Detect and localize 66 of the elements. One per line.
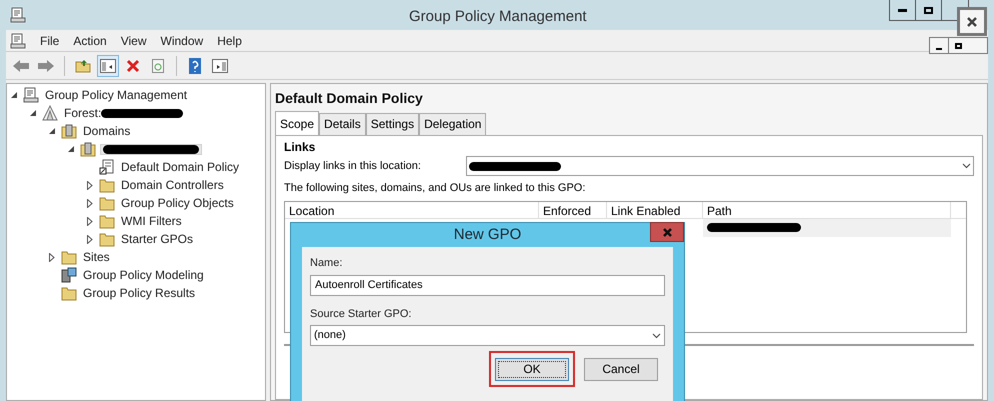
- tab[interactable]: Details: [319, 113, 366, 136]
- tree-item[interactable]: Group Policy Modeling: [83, 266, 204, 284]
- close-icon: [967, 16, 977, 26]
- column-header[interactable]: Enforced: [539, 202, 607, 218]
- collapsed-icon[interactable]: [49, 252, 55, 262]
- expanded-icon[interactable]: [30, 110, 36, 116]
- folder-icon: [99, 195, 115, 211]
- menu-item[interactable]: Help: [217, 32, 242, 50]
- console-icon: [10, 7, 26, 23]
- close-button[interactable]: [957, 7, 987, 36]
- menu-item[interactable]: Action: [73, 32, 107, 50]
- document-icon: [99, 159, 115, 175]
- dialog-button[interactable]: OK: [495, 358, 569, 380]
- name-field[interactable]: Autoenroll Certificates: [310, 274, 665, 296]
- menu-item[interactable]: View: [120, 32, 146, 50]
- collapsed-icon[interactable]: [87, 234, 93, 244]
- computer-icon: [61, 267, 77, 283]
- field-label: Source Starter GPO:: [310, 306, 412, 322]
- dialog-title: New GPO: [454, 224, 522, 245]
- server-folder-icon: [80, 141, 96, 157]
- collapsed-icon[interactable]: [87, 216, 93, 226]
- window-title: Group Policy Management: [409, 7, 587, 27]
- triangle-icon: [42, 105, 58, 121]
- expanded-icon[interactable]: [10, 92, 18, 98]
- source-dropdown[interactable]: (none): [310, 325, 665, 346]
- tree-item[interactable]: WMI Filters: [121, 212, 182, 230]
- folder-icon: [99, 213, 115, 229]
- folder-icon: [99, 177, 115, 193]
- tree-item[interactable]: Starter GPOs: [121, 230, 194, 248]
- pane-icon[interactable]: [97, 54, 119, 76]
- close-icon: [662, 228, 672, 236]
- tab[interactable]: Delegation: [419, 113, 486, 136]
- field-label: Display links in this location:: [284, 158, 422, 174]
- console-icon: [23, 87, 39, 103]
- menu-item[interactable]: Window: [160, 32, 204, 50]
- menu-item[interactable]: File: [40, 32, 60, 50]
- server-folder-icon: [61, 123, 77, 139]
- tree-item[interactable]: Group Policy Objects: [121, 194, 234, 212]
- close-button[interactable]: [650, 222, 684, 242]
- info-text: The following sites, domains, and OUs are linked to this GPO:: [284, 181, 586, 196]
- column-header[interactable]: Location: [285, 202, 539, 218]
- folder-icon: [99, 231, 115, 247]
- tab[interactable]: Scope: [275, 111, 320, 136]
- column-header[interactable]: Link Enabled: [607, 202, 703, 218]
- expanded-icon[interactable]: [68, 146, 74, 152]
- tree-item[interactable]: Forest:: [64, 104, 102, 122]
- dialog-button[interactable]: Cancel: [584, 358, 658, 380]
- expanded-icon[interactable]: [48, 128, 56, 134]
- tab[interactable]: Settings: [366, 113, 420, 136]
- column-header[interactable]: Path: [703, 202, 951, 218]
- dropdown-value: (none): [314, 328, 346, 344]
- section-heading: Links: [284, 140, 316, 154]
- tree-item[interactable]: Group Policy Management: [45, 86, 188, 104]
- tree-item[interactable]: Sites: [83, 248, 110, 266]
- field-label: Name:: [310, 256, 344, 271]
- tree-item[interactable]: Domain Controllers: [121, 176, 224, 194]
- collapsed-icon[interactable]: [87, 180, 93, 190]
- folder-icon: [61, 285, 77, 301]
- collapsed-icon[interactable]: [87, 198, 93, 208]
- tree-item[interactable]: Default Domain Policy: [121, 158, 240, 176]
- location-dropdown[interactable]: [466, 156, 974, 176]
- tree-item[interactable]: Group Policy Results: [83, 284, 196, 302]
- console-icon: [10, 32, 26, 48]
- tree-item[interactable]: Domains: [83, 122, 130, 140]
- folder-icon: [61, 249, 77, 265]
- policy-title: Default Domain Policy: [275, 89, 424, 108]
